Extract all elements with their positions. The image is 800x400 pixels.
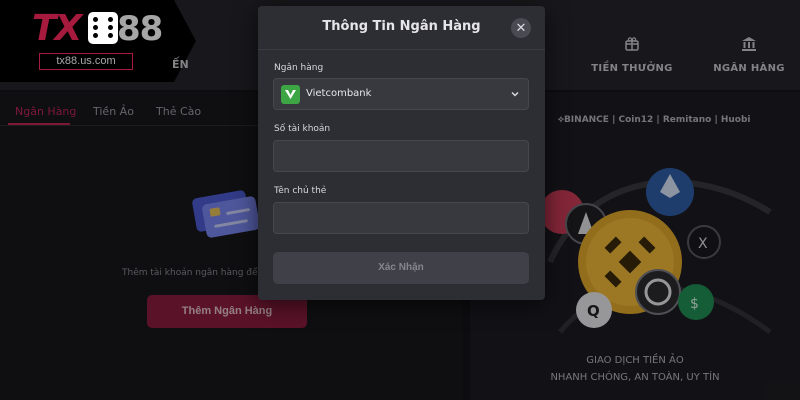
logo-dice-icon — [88, 12, 118, 44]
account-number-label: Số tài khoản — [274, 124, 331, 134]
bank-select[interactable]: Vietcombank — [273, 78, 529, 110]
bank-select-label: Ngân hàng — [274, 63, 324, 73]
confirm-button[interactable]: Xác Nhận — [273, 252, 529, 284]
holder-name-input[interactable] — [273, 202, 529, 234]
holder-name-label: Tên chủ thẻ — [274, 186, 327, 196]
modal-title: Thông Tin Ngân Hàng — [322, 19, 481, 34]
account-number-input[interactable] — [273, 140, 529, 172]
vietcombank-logo-icon — [281, 85, 300, 104]
selected-bank-name: Vietcombank — [306, 88, 372, 99]
close-button[interactable]: ✕ — [511, 18, 531, 38]
close-icon: ✕ — [515, 20, 527, 35]
chevron-down-icon — [511, 91, 519, 97]
bank-info-modal: Thông Tin Ngân Hàng ✕ Ngân hàng Vietcomb… — [258, 6, 545, 300]
modal-header: Thông Tin Ngân Hàng ✕ — [258, 6, 545, 50]
